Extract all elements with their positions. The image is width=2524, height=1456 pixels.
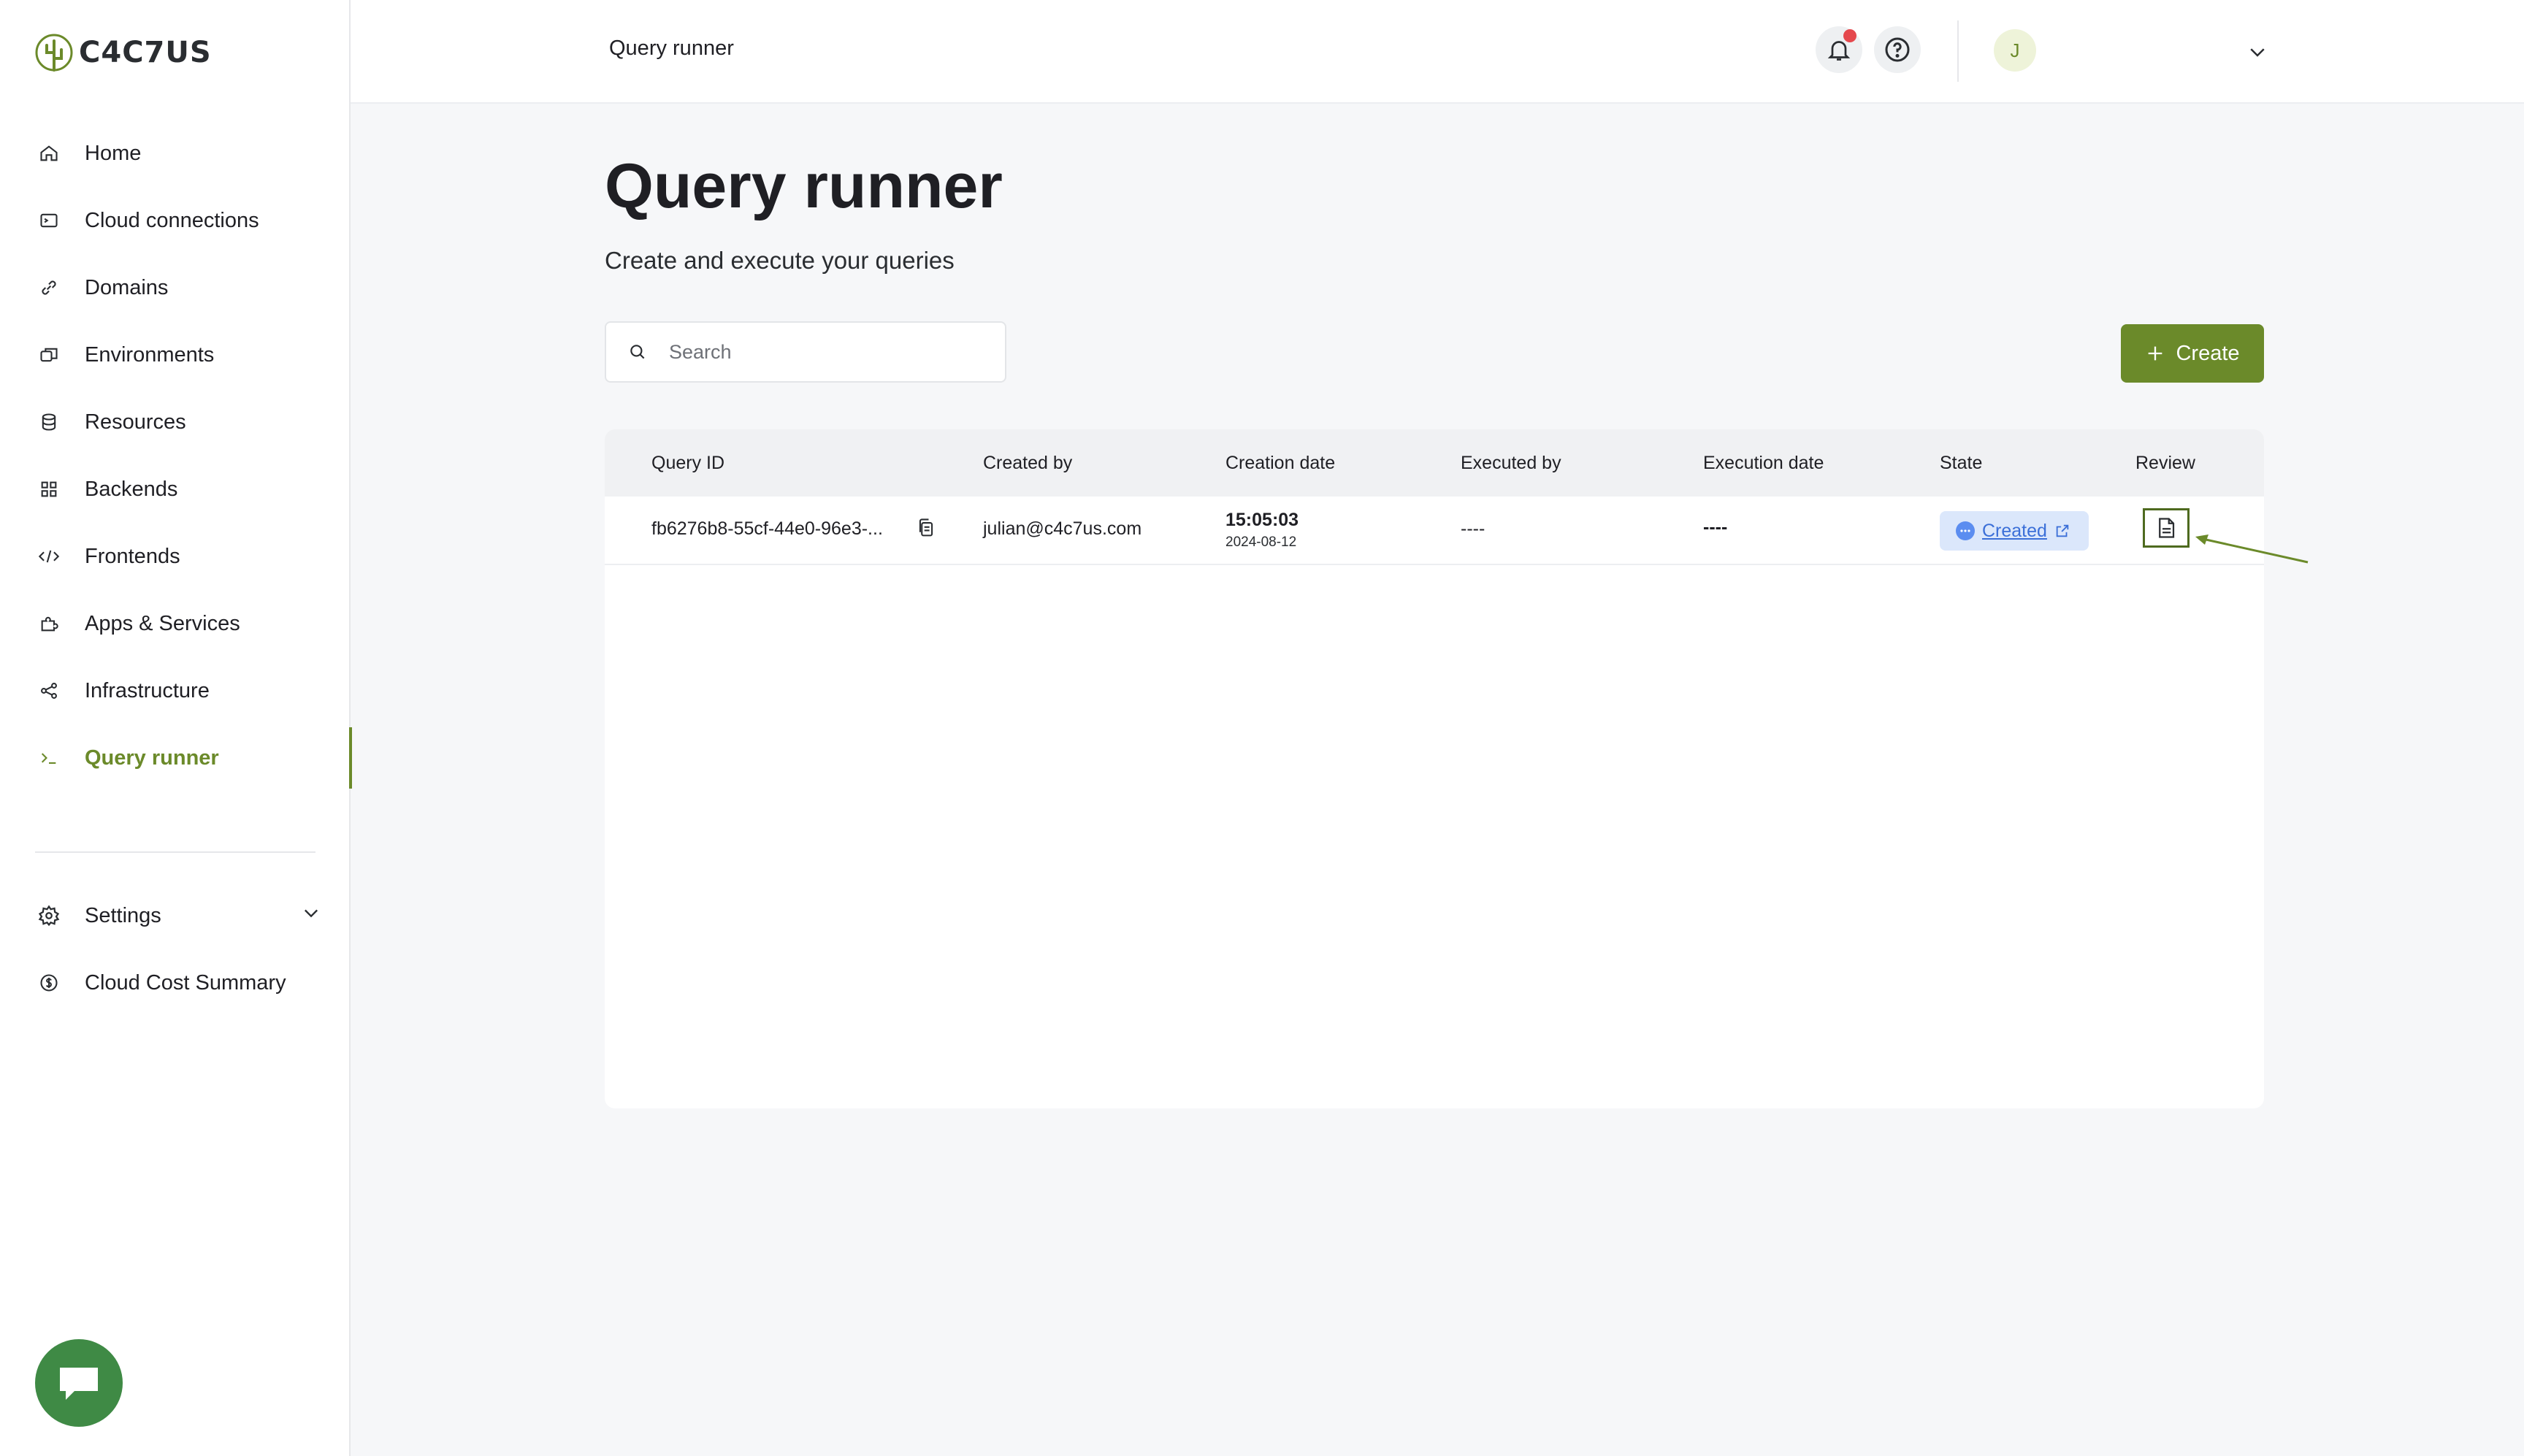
external-link-icon[interactable] bbox=[2054, 523, 2070, 539]
sidebar-item-cloud-cost-summary[interactable]: Cloud Cost Summary bbox=[0, 949, 351, 1016]
environments-icon bbox=[38, 344, 60, 366]
puzzle-icon bbox=[38, 613, 60, 635]
chat-button[interactable] bbox=[35, 1339, 123, 1427]
search-input[interactable] bbox=[668, 340, 977, 364]
gear-icon bbox=[38, 905, 60, 927]
page-title: Query runner bbox=[605, 151, 1003, 221]
sidebar-item-label: Infrastructure bbox=[85, 678, 210, 702]
sidebar: C4C7US Home Cloud connections Domains En… bbox=[0, 0, 352, 1456]
plus-icon bbox=[2149, 346, 2162, 361]
sidebar-item-cloud-connections[interactable]: Cloud connections bbox=[0, 187, 351, 254]
execution-date-cell: ---- bbox=[1703, 517, 1728, 537]
sidebar-item-home[interactable]: Home bbox=[0, 120, 351, 187]
status-badge: Created bbox=[1940, 511, 2089, 551]
creation-time-cell: 15:05:03 bbox=[1225, 510, 1299, 530]
column-header[interactable]: Query ID bbox=[651, 453, 724, 474]
code-icon bbox=[38, 545, 60, 567]
home-icon bbox=[38, 142, 60, 164]
column-header[interactable]: Executed by bbox=[1461, 453, 1561, 474]
sidebar-item-query-runner[interactable]: Query runner bbox=[0, 724, 352, 792]
column-header[interactable]: Review bbox=[2135, 453, 2195, 474]
sidebar-item-label: Apps & Services bbox=[85, 611, 240, 635]
chat-bubble-icon bbox=[60, 1368, 98, 1400]
help-button[interactable] bbox=[1874, 26, 1921, 73]
state-link[interactable]: Created bbox=[1982, 521, 2047, 542]
chevron-down-icon[interactable] bbox=[301, 903, 321, 929]
sidebar-item-settings[interactable]: Settings bbox=[0, 882, 351, 949]
sidebar-secondary-nav: Settings Cloud Cost Summary bbox=[0, 882, 351, 1016]
creation-date-cell: 2024-08-12 bbox=[1225, 534, 1297, 550]
header-divider bbox=[1957, 20, 1959, 82]
top-bar: Query runner J bbox=[351, 0, 2524, 104]
executed-by-cell: ---- bbox=[1461, 518, 1485, 539]
share-nodes-icon bbox=[38, 680, 60, 702]
logo-text: C4C7US bbox=[79, 36, 212, 69]
avatar[interactable]: J bbox=[1994, 29, 2036, 72]
page-subtitle: Create and execute your queries bbox=[605, 247, 955, 274]
terminal-box-icon bbox=[38, 210, 60, 231]
create-button-label: Create bbox=[2176, 341, 2240, 365]
sidebar-divider bbox=[35, 851, 316, 853]
copy-icon[interactable] bbox=[916, 517, 936, 544]
column-header[interactable]: Creation date bbox=[1225, 453, 1335, 474]
database-icon bbox=[38, 411, 60, 433]
sidebar-item-infrastructure[interactable]: Infrastructure bbox=[0, 657, 351, 724]
sidebar-item-label: Home bbox=[85, 141, 142, 165]
notifications-button[interactable] bbox=[1816, 26, 1862, 73]
sidebar-item-label: Backends bbox=[85, 477, 178, 501]
sidebar-item-label: Domains bbox=[85, 275, 169, 299]
sidebar-item-apps-services[interactable]: Apps & Services bbox=[0, 590, 351, 657]
notification-badge bbox=[1843, 29, 1856, 42]
queries-table: Query ID Created by Creation date Execut… bbox=[605, 429, 2264, 1108]
user-menu-chevron-icon[interactable] bbox=[2246, 41, 2268, 66]
sidebar-item-label: Frontends bbox=[85, 544, 180, 568]
table-row[interactable]: fb6276b8-55cf-44e0-96e3-... julian@c4c7u… bbox=[605, 497, 2264, 565]
created-by-cell: julian@c4c7us.com bbox=[983, 518, 1142, 539]
sidebar-item-label: Resources bbox=[85, 410, 186, 434]
sidebar-item-label: Cloud Cost Summary bbox=[85, 970, 286, 995]
create-button[interactable]: Create bbox=[2121, 324, 2264, 383]
sidebar-item-label: Settings bbox=[85, 903, 161, 927]
query-id-cell: fb6276b8-55cf-44e0-96e3-... bbox=[651, 518, 883, 539]
cactus-logo-icon bbox=[35, 34, 73, 72]
prompt-icon bbox=[38, 747, 60, 769]
status-dot-icon bbox=[1956, 521, 1975, 540]
table-header: Query ID Created by Creation date Execut… bbox=[605, 429, 2264, 497]
link-icon bbox=[38, 277, 60, 299]
sidebar-item-resources[interactable]: Resources bbox=[0, 388, 351, 456]
document-icon bbox=[2159, 518, 2175, 538]
breadcrumb: Query runner bbox=[609, 37, 734, 60]
column-header[interactable]: Execution date bbox=[1703, 453, 1824, 474]
column-header[interactable]: State bbox=[1940, 453, 1982, 474]
search-icon bbox=[628, 342, 647, 361]
help-icon bbox=[1885, 37, 1910, 62]
brand-logo[interactable]: C4C7US bbox=[34, 31, 212, 74]
sidebar-item-frontends[interactable]: Frontends bbox=[0, 523, 351, 590]
column-header[interactable]: Created by bbox=[983, 453, 1072, 474]
sidebar-nav: Home Cloud connections Domains Environme… bbox=[0, 120, 352, 792]
sidebar-item-label: Cloud connections bbox=[85, 208, 259, 232]
search-box bbox=[605, 321, 1006, 383]
annotation-arrow-icon bbox=[2195, 534, 2309, 564]
dollar-circle-icon bbox=[38, 972, 60, 994]
sidebar-item-label: Environments bbox=[85, 342, 215, 367]
sidebar-item-environments[interactable]: Environments bbox=[0, 321, 351, 388]
sidebar-item-label: Query runner bbox=[85, 746, 219, 770]
grid-icon bbox=[38, 478, 60, 500]
review-button[interactable] bbox=[2143, 508, 2190, 548]
sidebar-item-domains[interactable]: Domains bbox=[0, 254, 351, 321]
sidebar-item-backends[interactable]: Backends bbox=[0, 456, 351, 523]
